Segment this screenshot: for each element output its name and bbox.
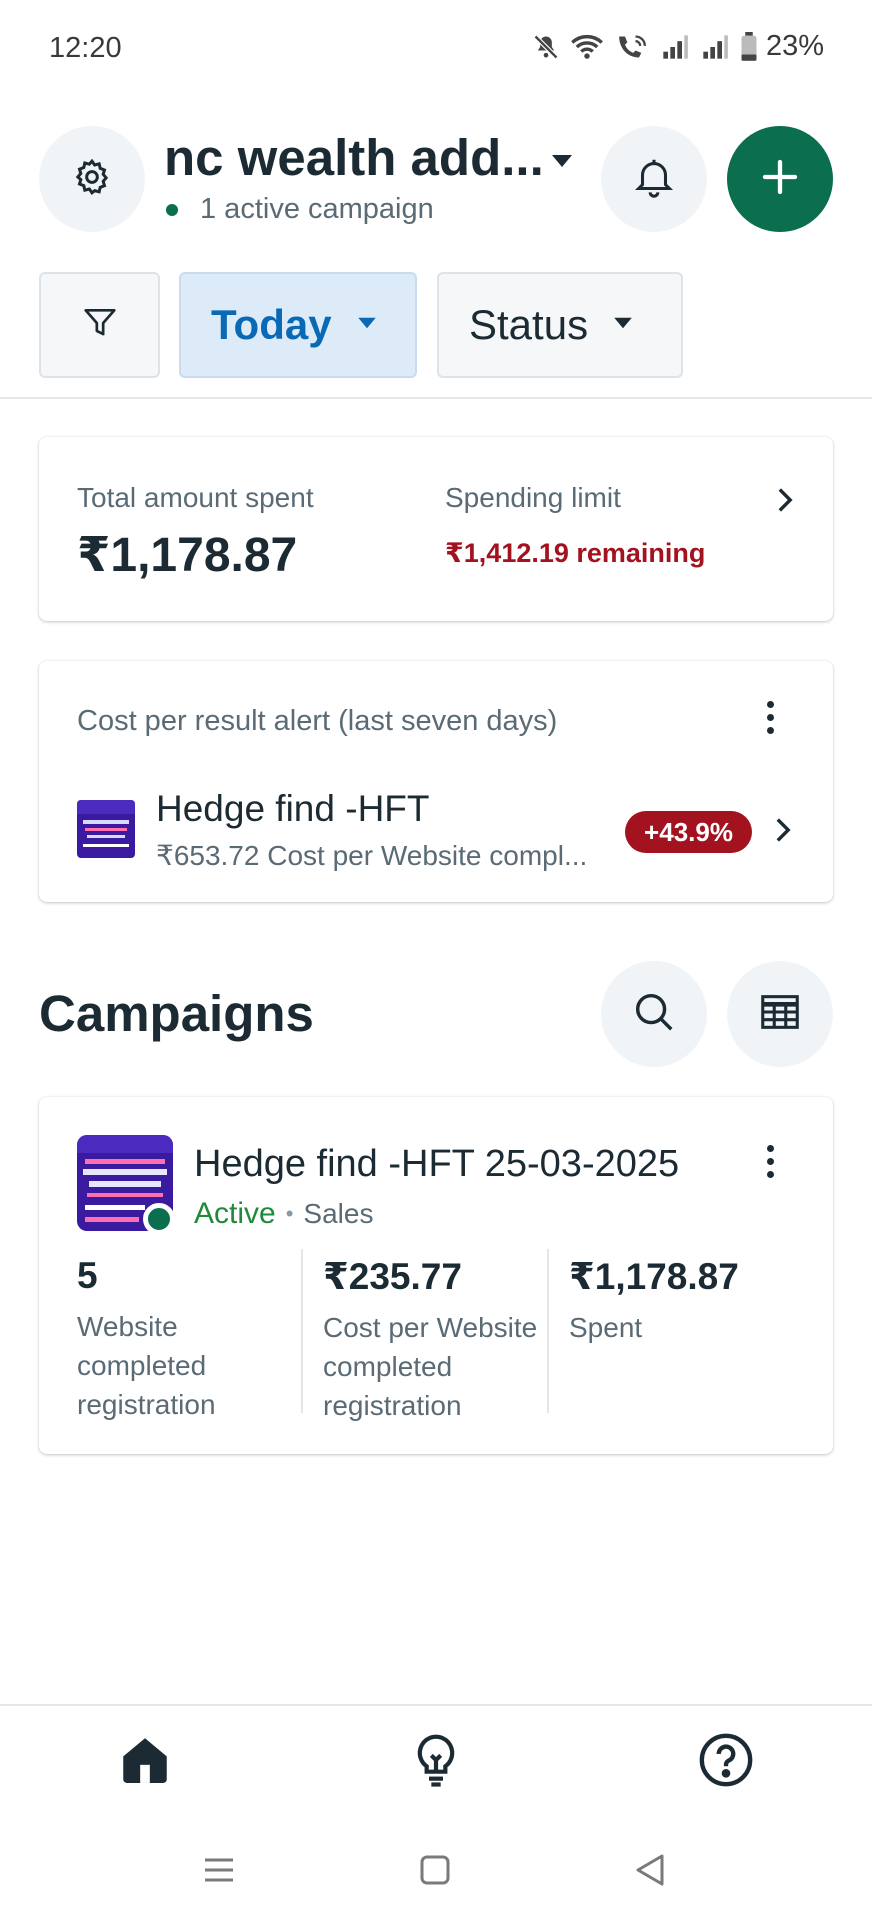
date-filter-dropdown[interactable]: Today xyxy=(179,272,417,378)
divider xyxy=(0,1704,872,1706)
total-spent-value: ₹1,178.87 xyxy=(77,529,298,582)
help-icon[interactable] xyxy=(696,1730,756,1790)
battery-icon xyxy=(740,31,758,62)
chevron-right-icon[interactable] xyxy=(777,487,793,518)
home-nav-icon[interactable] xyxy=(405,1845,465,1895)
total-spent-label: Total amount spent xyxy=(77,482,314,513)
gear-icon xyxy=(72,157,112,202)
spending-limit-remaining: ₹1,412.19 remaining xyxy=(445,538,706,568)
search-icon xyxy=(631,989,677,1040)
date-filter-label: Today xyxy=(211,301,332,348)
lightbulb-icon[interactable] xyxy=(406,1730,466,1790)
battery-percent: 23% xyxy=(765,30,824,62)
more-options-icon[interactable] xyxy=(766,1145,774,1178)
home-icon[interactable] xyxy=(115,1730,175,1790)
cost-alert-card[interactable]: Cost per result alert (last seven days) … xyxy=(39,661,833,902)
alert-title: Cost per result alert (last seven days) xyxy=(77,705,558,737)
filter-button[interactable] xyxy=(39,272,160,378)
metric-results: 5 Website completed registration xyxy=(77,1255,297,1424)
mute-icon xyxy=(532,33,560,61)
metric-label: Spent xyxy=(569,1312,643,1343)
chevron-right-icon[interactable] xyxy=(775,817,791,848)
status-bar: 12:20 23% xyxy=(0,0,872,96)
campaign-card[interactable]: Hedge find -HFT 25-03-2025 Active • Sale… xyxy=(39,1097,833,1454)
change-badge: +43.9% xyxy=(625,811,752,853)
campaign-name: Hedge find -HFT 25-03-2025 xyxy=(194,1143,680,1185)
spending-limit-label: Spending limit xyxy=(445,482,621,513)
status-time: 12:20 xyxy=(49,32,122,64)
caret-down-icon xyxy=(356,316,378,335)
create-button[interactable] xyxy=(727,126,833,232)
back-nav-icon[interactable] xyxy=(620,1845,680,1895)
metric-spent: ₹1,178.87 Spent xyxy=(569,1255,789,1347)
status-icons: 23% xyxy=(532,30,824,63)
metric-label: Cost per Website completed registration xyxy=(323,1312,538,1421)
active-campaign-count: 1 active campaign xyxy=(200,193,434,225)
alert-campaign-name: Hedge find -HFT xyxy=(156,788,430,829)
divider xyxy=(0,397,872,399)
spend-summary-card[interactable]: Total amount spent ₹1,178.87 Spending li… xyxy=(39,437,833,621)
signal-icon xyxy=(700,33,730,61)
campaign-thumbnail xyxy=(77,800,135,858)
metric-value: 5 xyxy=(77,1255,98,1296)
campaign-status: Active xyxy=(194,1197,276,1230)
status-filter-label: Status xyxy=(469,301,589,348)
campaign-meta: Active • Sales xyxy=(194,1197,373,1231)
active-status-dot xyxy=(143,1203,175,1235)
account-name[interactable]: nc wealth add... xyxy=(164,128,544,187)
bell-icon xyxy=(631,154,677,205)
search-button[interactable] xyxy=(601,961,707,1067)
ads-manager-screen: 12:20 23% nc wealth add... 1 active camp… xyxy=(0,0,872,1920)
status-filter-dropdown[interactable]: Status xyxy=(437,272,683,378)
metric-divider xyxy=(547,1249,549,1413)
filter-icon xyxy=(81,304,119,347)
metric-cost-per-result: ₹235.77 Cost per Website completed regis… xyxy=(323,1255,543,1425)
active-dot-icon xyxy=(166,203,178,216)
metric-value: ₹235.77 xyxy=(323,1256,462,1297)
campaigns-heading: Campaigns xyxy=(39,985,314,1042)
recent-apps-icon[interactable] xyxy=(189,1845,249,1895)
metric-divider xyxy=(301,1249,303,1413)
campaign-objective: Sales xyxy=(303,1198,374,1229)
signal-icon xyxy=(660,33,690,61)
notifications-button[interactable] xyxy=(601,126,707,232)
metric-label: Website completed registration xyxy=(77,1311,216,1420)
active-campaign-summary: 1 active campaign xyxy=(164,193,434,226)
more-options-icon[interactable] xyxy=(766,701,774,734)
alert-cost-line: ₹653.72 Cost per Website compl... xyxy=(156,840,588,871)
settings-button[interactable] xyxy=(39,126,145,232)
caret-down-icon[interactable] xyxy=(550,153,574,174)
wifi-icon xyxy=(570,33,604,61)
metric-value: ₹1,178.87 xyxy=(569,1256,739,1297)
plus-icon xyxy=(760,157,800,202)
table-icon xyxy=(757,989,803,1040)
caret-down-icon xyxy=(612,316,634,335)
separator-dot: • xyxy=(285,1201,294,1226)
wifi-call-icon xyxy=(614,33,650,61)
table-view-button[interactable] xyxy=(727,961,833,1067)
